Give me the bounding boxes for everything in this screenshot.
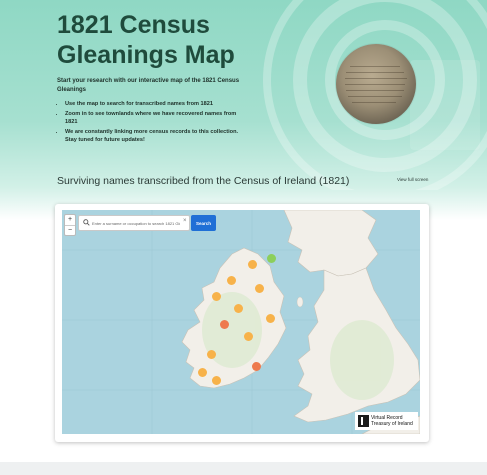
- zoom-control: + −: [64, 214, 76, 236]
- clear-icon[interactable]: ×: [183, 218, 187, 224]
- search-input[interactable]: [92, 218, 180, 228]
- footer-band: [0, 462, 487, 475]
- map-tiles: [62, 210, 420, 434]
- map-canvas[interactable]: [62, 210, 420, 434]
- map-cluster-marker[interactable]: [266, 314, 275, 323]
- map-cluster-marker[interactable]: [198, 368, 207, 377]
- map-cluster-marker[interactable]: [207, 350, 216, 359]
- search-button[interactable]: Search: [191, 215, 216, 231]
- feature-item: Use the map to search for transcribed na…: [65, 100, 245, 109]
- isle-of-man: [296, 296, 304, 308]
- map-cluster-marker[interactable]: [248, 260, 257, 269]
- map-cluster-marker[interactable]: [212, 376, 221, 385]
- feature-list: Use the map to search for transcribed na…: [57, 100, 245, 146]
- map-cluster-marker[interactable]: [227, 276, 236, 285]
- map-search-box: ×: [78, 215, 190, 231]
- view-full-screen-link[interactable]: View full screen: [397, 177, 428, 182]
- zoom-out-button[interactable]: −: [65, 226, 75, 236]
- attribution-line-2: Treasury of Ireland: [371, 421, 413, 427]
- map-cluster-marker[interactable]: [252, 362, 261, 371]
- feature-item: Zoom in to see townlands where we have r…: [65, 110, 245, 127]
- census-document-image: [336, 44, 416, 124]
- map-cluster-marker[interactable]: [244, 332, 253, 341]
- virtual-record-treasury-logo: [358, 415, 369, 427]
- intro-text: Start your research with our interactive…: [57, 78, 240, 93]
- section-title: Surviving names transcribed from the Cen…: [57, 175, 350, 187]
- page-title: 1821 Census Gleanings Map: [57, 11, 235, 69]
- map-cluster-marker[interactable]: [220, 320, 229, 329]
- zoom-in-button[interactable]: +: [65, 215, 75, 226]
- map-cluster-marker[interactable]: [267, 254, 276, 263]
- scotland-landmass: [283, 210, 379, 277]
- map-cluster-marker[interactable]: [212, 292, 221, 301]
- feature-item: We are constantly linking more census re…: [65, 128, 245, 145]
- map-cluster-marker[interactable]: [255, 284, 264, 293]
- map-cluster-marker[interactable]: [234, 304, 243, 313]
- map-attribution: Virtual Record Treasury of Ireland: [355, 412, 418, 430]
- search-icon: [83, 219, 90, 226]
